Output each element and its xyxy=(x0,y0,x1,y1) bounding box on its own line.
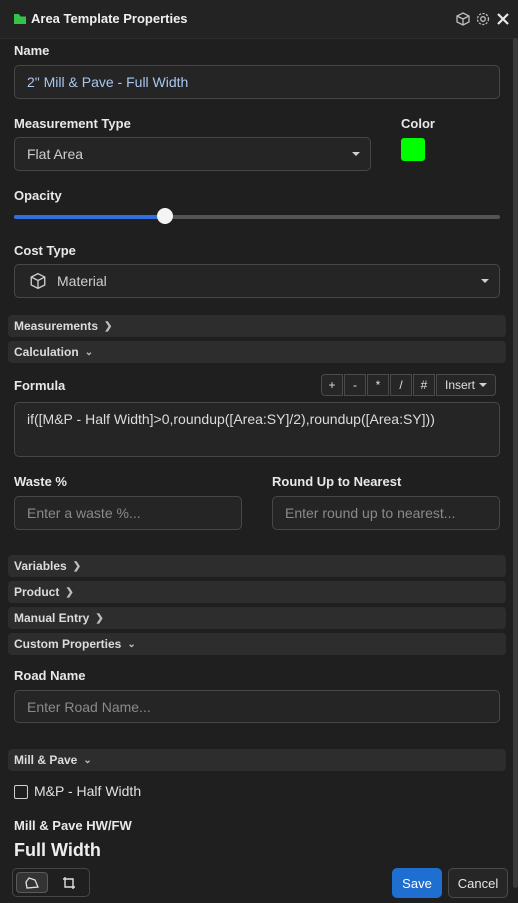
title-bar: Area Template Properties xyxy=(0,0,518,39)
waste-label: Waste % xyxy=(14,474,67,489)
section-custom-properties[interactable]: Custom Properties ⌄ xyxy=(8,633,506,655)
chevron-right-icon: ❯ xyxy=(95,612,104,624)
close-icon[interactable] xyxy=(495,11,511,27)
chevron-down-icon: ⌄ xyxy=(83,754,92,766)
cost-type-select[interactable]: Material xyxy=(14,264,500,298)
formula-operator-toolbar: + - * / # Insert xyxy=(321,374,497,396)
chevron-right-icon: ❯ xyxy=(72,560,82,572)
opacity-slider-fill xyxy=(14,215,165,219)
measurement-type-value: Flat Area xyxy=(27,146,84,162)
name-input[interactable]: 2" Mill & Pave - Full Width xyxy=(14,65,500,99)
chevron-down-icon xyxy=(352,152,360,156)
section-variables-label: Variables xyxy=(14,559,67,573)
area-template-properties-panel: Area Template Properties Name 2" Mill & … xyxy=(0,0,518,903)
opacity-slider-thumb[interactable] xyxy=(156,208,173,224)
chevron-down-icon xyxy=(479,383,488,387)
road-name-input[interactable]: Enter Road Name... xyxy=(14,690,500,723)
formula-textarea[interactable]: if([M&P - Half Width]>0,roundup([Area:SY… xyxy=(14,402,500,457)
section-mill-pave[interactable]: Mill & Pave ⌄ xyxy=(8,749,506,771)
opacity-slider[interactable] xyxy=(14,208,500,224)
insert-button-label: Insert xyxy=(445,378,476,392)
waste-input[interactable]: Enter a waste %... xyxy=(14,496,242,530)
operator-minus-button[interactable]: - xyxy=(344,374,366,396)
draw-tool-group xyxy=(12,868,90,897)
name-value: 2" Mill & Pave - Full Width xyxy=(27,74,189,90)
section-product-label: Product xyxy=(14,585,60,599)
chevron-down-icon: ⌄ xyxy=(127,638,136,650)
cube-icon[interactable] xyxy=(455,11,471,27)
opacity-label: Opacity xyxy=(14,188,62,203)
gear-icon[interactable] xyxy=(475,11,491,27)
cost-type-label: Cost Type xyxy=(14,243,76,258)
operator-divide-button[interactable]: / xyxy=(390,374,412,396)
section-measurements[interactable]: Measurements ❯ xyxy=(8,315,506,337)
folder-icon xyxy=(14,14,26,24)
section-product[interactable]: Product ❯ xyxy=(8,581,506,603)
section-manual-entry-label: Manual Entry xyxy=(14,611,90,625)
cancel-button[interactable]: Cancel xyxy=(448,868,508,898)
round-up-label: Round Up to Nearest xyxy=(272,474,402,489)
section-calculation[interactable]: Calculation ⌄ xyxy=(8,341,506,363)
chevron-right-icon: ❯ xyxy=(104,320,113,332)
crop-icon xyxy=(63,876,75,889)
save-button[interactable]: Save xyxy=(392,868,442,898)
section-calculation-label: Calculation xyxy=(14,345,79,359)
name-label: Name xyxy=(14,43,50,58)
operator-multiply-button[interactable]: * xyxy=(367,374,389,396)
mill-pave-hwfw-label: Mill & Pave HW/FW xyxy=(14,818,132,833)
color-label: Color xyxy=(401,116,435,131)
round-up-input[interactable]: Enter round up to nearest... xyxy=(272,496,500,530)
scrollbar[interactable] xyxy=(513,38,518,888)
road-name-label: Road Name xyxy=(14,668,86,683)
mp-half-width-checkbox[interactable] xyxy=(14,785,28,799)
section-manual-entry[interactable]: Manual Entry ❯ xyxy=(8,607,506,629)
insert-button[interactable]: Insert xyxy=(436,374,497,396)
section-mill-pave-label: Mill & Pave xyxy=(14,753,78,767)
section-custom-properties-label: Custom Properties xyxy=(14,637,122,651)
chevron-down-icon: ⌄ xyxy=(84,346,94,358)
section-variables[interactable]: Variables ❯ xyxy=(8,555,506,577)
polygon-icon xyxy=(25,876,39,889)
cube-icon xyxy=(30,272,46,290)
measurement-type-label: Measurement Type xyxy=(14,116,131,131)
window-title: Area Template Properties xyxy=(31,11,188,26)
chevron-right-icon: ❯ xyxy=(65,586,74,598)
measurement-type-select[interactable]: Flat Area xyxy=(14,137,371,171)
operator-hash-button[interactable]: # xyxy=(413,374,435,396)
crop-tool-button[interactable] xyxy=(53,872,85,893)
color-swatch[interactable] xyxy=(401,138,425,161)
mp-half-width-label: M&P - Half Width xyxy=(34,783,142,799)
chevron-down-icon xyxy=(481,279,489,283)
operator-plus-button[interactable]: + xyxy=(321,374,343,396)
polygon-tool-button[interactable] xyxy=(16,872,48,893)
cost-type-value: Material xyxy=(57,273,107,289)
formula-label: Formula xyxy=(14,378,66,393)
section-measurements-label: Measurements xyxy=(14,319,99,333)
mill-pave-hwfw-value: Full Width xyxy=(14,840,101,860)
